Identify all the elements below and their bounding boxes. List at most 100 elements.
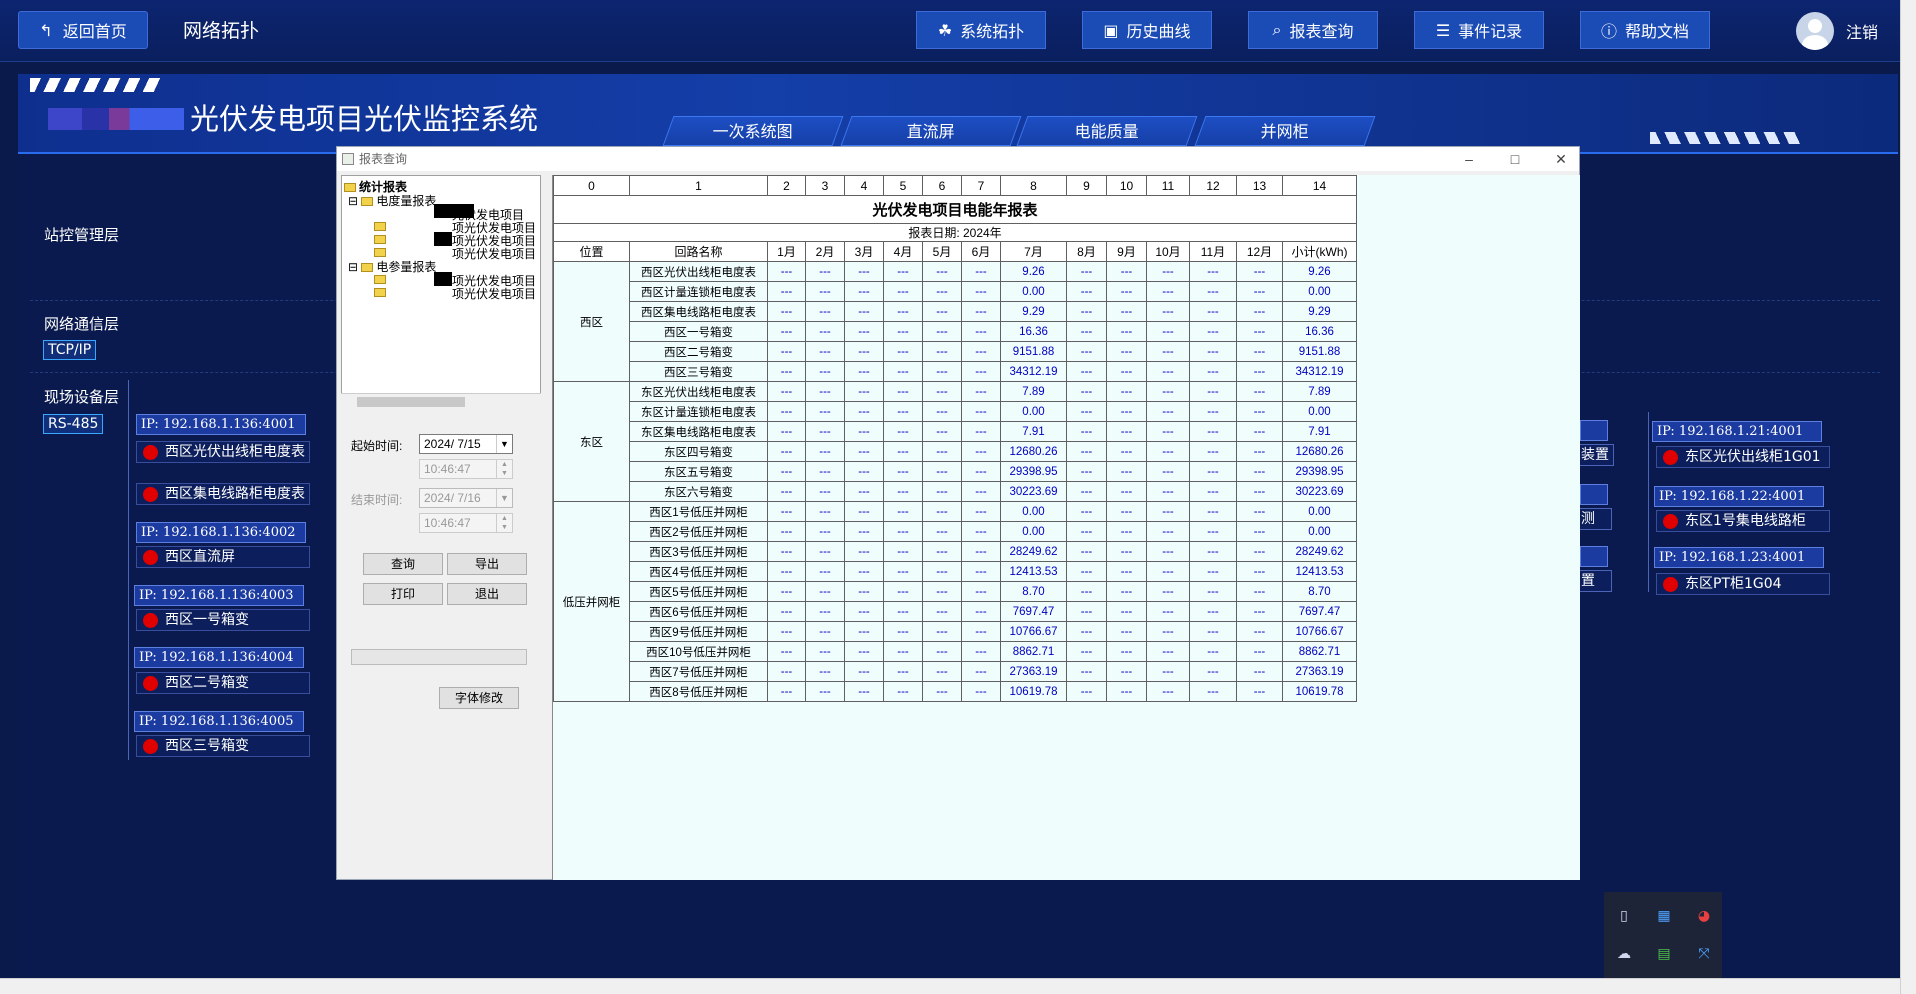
security-icon[interactable]: ◕ bbox=[1694, 906, 1714, 926]
start-date-picker[interactable]: 2024/ 7/15 ▼ bbox=[419, 434, 513, 454]
table-row[interactable]: 西区2号低压并网柜 --- --- --- --- --- --- 0.00 --- --- ---… bbox=[554, 521, 1357, 542]
close-icon[interactable]: ✕ bbox=[1551, 149, 1571, 169]
device-item[interactable]: 东区光伏出线柜1G01 bbox=[1656, 446, 1830, 468]
redaction bbox=[434, 232, 452, 246]
month-value-cell: 0.00 bbox=[1000, 401, 1067, 422]
tab-grid-cabinet[interactable]: 并网柜 bbox=[1194, 116, 1376, 146]
table-row[interactable]: 东区六号箱变 --- --- --- --- --- --- 30223.69 --- --- --… bbox=[554, 481, 1357, 502]
device-item[interactable]: 西区三号箱变 bbox=[136, 735, 310, 757]
back-home-button[interactable]: ↰ 返回首页 bbox=[18, 11, 148, 49]
table-row[interactable]: 东区四号箱变 --- --- --- --- --- --- 12680.26 --- --- --… bbox=[554, 441, 1357, 462]
device-item[interactable]: 西区集电线路柜电度表 bbox=[136, 483, 310, 505]
end-date-picker[interactable]: 2024/ 7/16 ▼ bbox=[419, 488, 513, 508]
table-row[interactable]: 西区计量连锁柜电度表 --- --- --- --- --- --- 0.00 --- --- --… bbox=[554, 281, 1357, 302]
window-titlebar[interactable]: 报表查询 – □ ✕ bbox=[337, 147, 1579, 171]
device-item[interactable]: 西区二号箱变 bbox=[136, 672, 310, 694]
tab-grid-cabinet-label: 并网柜 bbox=[1260, 122, 1309, 141]
table-row[interactable]: 西区3号低压并网柜 --- --- --- --- --- --- 28249.62 --- --… bbox=[554, 541, 1357, 562]
font-settings-button[interactable]: 字体修改 bbox=[439, 687, 519, 709]
tree-item[interactable] bbox=[374, 245, 389, 259]
table-row[interactable]: 西区集电线路柜电度表 --- --- --- --- --- --- 9.29 --- --- --… bbox=[554, 301, 1357, 322]
user-menu[interactable]: 注销 bbox=[1796, 12, 1878, 50]
tree-hscrollbar[interactable] bbox=[341, 393, 541, 409]
chevron-down-icon[interactable]: ▼ bbox=[496, 435, 512, 453]
tree-item[interactable] bbox=[374, 285, 389, 299]
table-row[interactable]: 东区计量连锁柜电度表 --- --- --- --- --- --- 0.00 --- --- --… bbox=[554, 401, 1357, 422]
minimize-icon[interactable]: – bbox=[1459, 149, 1479, 169]
table-row[interactable]: 东区集电线路柜电度表 --- --- --- --- --- --- 7.91 --- --- --… bbox=[554, 421, 1357, 442]
scroll-thumb[interactable] bbox=[357, 397, 465, 407]
circuit-name-cell: 西区光伏出线柜电度表 bbox=[629, 261, 768, 282]
table-row[interactable]: 东区 东区光伏出线柜电度表 --- --- --- --- --- --- 7.89 --- ---… bbox=[553, 381, 1357, 502]
usb-icon[interactable]: ▯ bbox=[1614, 906, 1634, 926]
vertical-scrollbar[interactable] bbox=[1900, 0, 1916, 994]
month-empty-cell: --- bbox=[922, 621, 962, 642]
back-home-label: 返回首页 bbox=[62, 22, 127, 41]
subtotal-cell: 9.26 bbox=[1282, 261, 1357, 282]
location-cell: 低压并网柜 bbox=[553, 501, 630, 702]
query-button[interactable]: 查询 bbox=[363, 553, 443, 575]
chevron-down-icon[interactable]: ▼ bbox=[496, 489, 512, 507]
tree-item[interactable]: 项光伏发电项目 bbox=[452, 285, 536, 302]
tree-item[interactable] bbox=[374, 219, 389, 233]
nav-topology-button[interactable]: ☘ 系统拓扑 bbox=[916, 11, 1046, 49]
table-row[interactable]: 西区一号箱变 --- --- --- --- --- --- 16.36 --- --- --- --… bbox=[554, 321, 1357, 342]
month-empty-cell: --- bbox=[922, 541, 962, 562]
table-row[interactable]: 西区7号低压并网柜 --- --- --- --- --- --- 27363.19 --- --… bbox=[554, 661, 1357, 682]
month-empty-cell: --- bbox=[844, 321, 884, 342]
table-row[interactable]: 西区8号低压并网柜 --- --- --- --- --- --- 10619.78 --- --… bbox=[554, 681, 1357, 702]
chat-icon[interactable]: ▤ bbox=[1654, 944, 1674, 964]
month-empty-cell: --- bbox=[961, 621, 1001, 642]
tab-primary-diagram[interactable]: 一次系统图 bbox=[662, 116, 844, 146]
month-empty-cell: --- bbox=[961, 461, 1001, 482]
report-tree[interactable]: 统计报表 ⊟ 电度量报表 光伏发电项目 项光伏发电项目 项光伏发电项目 项光伏发… bbox=[341, 175, 541, 409]
device-item[interactable]: 东区PT柜1G04 bbox=[1656, 573, 1830, 595]
spinner-arrows-icon[interactable]: ▲ ▼ bbox=[496, 514, 512, 532]
device-item[interactable]: 东区1号集电线路柜 bbox=[1656, 510, 1830, 532]
device-item[interactable]: 西区一号箱变 bbox=[136, 609, 310, 631]
tree-item[interactable] bbox=[374, 232, 389, 246]
month-empty-cell: --- bbox=[1189, 681, 1237, 702]
device-item[interactable]: 西区光伏出线柜电度表 bbox=[136, 441, 310, 463]
nav-events-button[interactable]: ☰ 事件记录 bbox=[1414, 11, 1544, 49]
tree-group-energy[interactable]: ⊟ 电度量报表 bbox=[348, 192, 436, 209]
tree-group-label: 电度量报表 bbox=[376, 194, 437, 208]
tree-item[interactable] bbox=[374, 272, 389, 286]
field-protocol-tag: RS-485 bbox=[43, 414, 104, 434]
spinner-arrows-icon[interactable]: ▲ ▼ bbox=[496, 460, 512, 478]
end-time-spinner[interactable]: 10:46:47 ▲ ▼ bbox=[419, 513, 513, 533]
export-button[interactable]: 导出 bbox=[447, 553, 527, 575]
chart-icon: ▣ bbox=[1103, 20, 1119, 40]
start-time-spinner[interactable]: 10:46:47 ▲ ▼ bbox=[419, 459, 513, 479]
network-app-icon[interactable]: ▦ bbox=[1654, 906, 1674, 926]
maximize-icon[interactable]: □ bbox=[1505, 149, 1525, 169]
tab-power-quality[interactable]: 电能质量 bbox=[1016, 116, 1198, 146]
tree-group-params[interactable]: ⊟ 电参量报表 bbox=[348, 258, 436, 275]
device-item[interactable]: 西区直流屏 bbox=[136, 546, 310, 568]
exit-button[interactable]: 退出 bbox=[447, 583, 527, 605]
report-date: 报表日期: 2024年 bbox=[553, 223, 1357, 242]
table-row[interactable]: 低压并网柜 西区1号低压并网柜 --- --- --- --- --- --- 0.00 --- -… bbox=[553, 501, 1357, 702]
month-empty-cell: --- bbox=[883, 321, 923, 342]
report-grid-area[interactable]: 0 1 2 3 4 5 6 7 8 9 10 11 12 13 14 光伏发电项目电能年报表 报表日期: 202… bbox=[552, 175, 1580, 880]
table-row[interactable]: 西区9号低压并网柜 --- --- --- --- --- --- 10766.67 --- --… bbox=[554, 621, 1357, 642]
horizontal-scrollbar[interactable] bbox=[0, 978, 1900, 994]
table-row[interactable]: 西区10号低压并网柜 --- --- --- --- --- --- 8862.71 --- --… bbox=[554, 641, 1357, 662]
expand-icon[interactable]: ⤧ bbox=[1694, 944, 1714, 964]
tab-dc-screen[interactable]: 直流屏 bbox=[840, 116, 1022, 146]
table-row[interactable]: 西区5号低压并网柜 --- --- --- --- --- --- 8.70 --- --- ---… bbox=[554, 581, 1357, 602]
tree-item[interactable]: 项光伏发电项目 bbox=[452, 245, 536, 262]
logout-link[interactable]: 注销 bbox=[1846, 19, 1878, 43]
nav-history-button[interactable]: ▣ 历史曲线 bbox=[1082, 11, 1212, 49]
table-row[interactable]: 西区二号箱变 --- --- --- --- --- --- 9151.88 --- --- ---… bbox=[554, 341, 1357, 362]
cloud-icon[interactable]: ☁ bbox=[1614, 944, 1634, 964]
table-row[interactable]: 西区6号低压并网柜 --- --- --- --- --- --- 7697.47 --- ---… bbox=[554, 601, 1357, 622]
table-row[interactable]: 西区三号箱变 --- --- --- --- --- --- 34312.19 --- --- --… bbox=[554, 361, 1357, 382]
nav-help-button[interactable]: ⓘ 帮助文档 bbox=[1580, 11, 1710, 49]
month-empty-cell: --- bbox=[805, 421, 845, 442]
table-row[interactable]: 西区 西区光伏出线柜电度表 --- --- --- --- --- --- 9.26 --- ---… bbox=[553, 261, 1357, 382]
print-button[interactable]: 打印 bbox=[363, 583, 443, 605]
table-row[interactable]: 东区五号箱变 --- --- --- --- --- --- 29398.95 --- --- --… bbox=[554, 461, 1357, 482]
nav-report-button[interactable]: ⌕ 报表查询 bbox=[1248, 11, 1378, 49]
table-row[interactable]: 西区4号低压并网柜 --- --- --- --- --- --- 12413.53 --- --… bbox=[554, 561, 1357, 582]
